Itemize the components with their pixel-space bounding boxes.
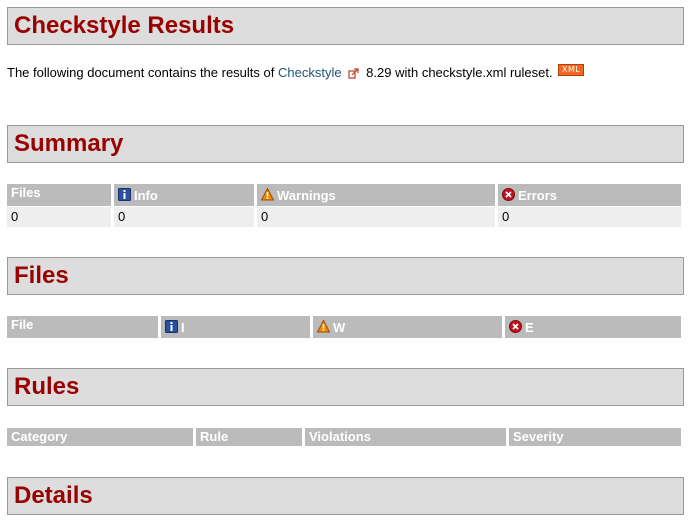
- details-heading: Details: [7, 477, 684, 515]
- external-link-icon[interactable]: [347, 68, 359, 79]
- rules-col-severity: Severity: [509, 428, 681, 446]
- files-col-errors: E: [505, 316, 681, 338]
- files-col-errors-label: E: [525, 320, 534, 335]
- error-icon: [502, 188, 515, 201]
- files-col-warnings: W: [313, 316, 502, 338]
- files-col-file: File: [7, 316, 158, 338]
- rules-col-rule: Rule: [196, 428, 302, 446]
- rules-heading: Rules: [7, 368, 684, 406]
- info-icon: [165, 320, 178, 333]
- summary-col-files-label: Files: [11, 185, 41, 200]
- rules-col-category: Category: [7, 428, 193, 446]
- xml-badge[interactable]: XML: [558, 64, 585, 76]
- files-col-file-label: File: [11, 317, 34, 332]
- rules-col-violations: Violations: [305, 428, 506, 446]
- summary-col-warnings-label: Warnings: [277, 188, 336, 203]
- summary-col-info-label: Info: [134, 188, 158, 203]
- warning-icon: [317, 320, 330, 333]
- checkstyle-link[interactable]: Checkstyle: [278, 65, 342, 80]
- files-col-info-label: I: [181, 320, 185, 335]
- summary-cell-files: 0: [7, 207, 111, 227]
- error-icon: [509, 320, 522, 333]
- page-title: Checkstyle Results: [7, 7, 684, 45]
- intro-text: The following document contains the resu…: [7, 63, 585, 83]
- summary-heading: Summary: [7, 125, 684, 163]
- warning-icon: [261, 188, 274, 201]
- summary-col-errors-label: Errors: [518, 188, 558, 203]
- summary-col-errors: Errors: [498, 184, 681, 206]
- intro-suffix: 8.29 with checkstyle.xml ruleset.: [362, 65, 557, 80]
- files-col-info: I: [161, 316, 310, 338]
- summary-col-files: Files: [7, 184, 111, 206]
- summary-col-warnings: Warnings: [257, 184, 495, 206]
- intro-prefix: The following document contains the resu…: [7, 65, 278, 80]
- files-heading: Files: [7, 257, 684, 295]
- summary-cell-warnings: 0: [257, 207, 495, 227]
- info-icon: [118, 188, 131, 201]
- summary-col-info: Info: [114, 184, 254, 206]
- summary-cell-info: 0: [114, 207, 254, 227]
- summary-cell-errors: 0: [498, 207, 681, 227]
- files-col-warnings-label: W: [333, 320, 346, 335]
